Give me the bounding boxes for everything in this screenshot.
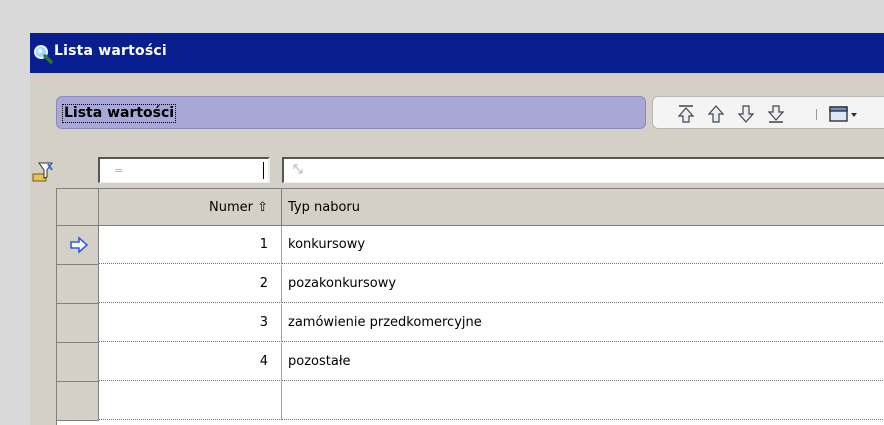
table-cell-typ[interactable]: pozakonkursowy <box>282 265 884 303</box>
row-selector[interactable] <box>57 343 99 382</box>
row-selector[interactable] <box>57 304 99 343</box>
window-title: Lista wartości <box>54 43 167 59</box>
record-navigation-toolbar <box>652 96 884 129</box>
numer-filter-input[interactable]: = <box>98 157 270 183</box>
row-selector[interactable] <box>57 226 99 265</box>
resize-hint-icon <box>293 163 303 174</box>
table-cell-typ[interactable]: konkursowy <box>282 226 884 264</box>
values-table: Numer ⇧ Typ naboru 1 konkursowy 2 pozako… <box>56 188 884 425</box>
table-cell-numer[interactable]: 4 <box>99 343 282 381</box>
window-titlebar[interactable]: Lista wartości <box>30 33 884 73</box>
text-cursor <box>263 162 264 179</box>
next-record-icon[interactable] <box>736 103 756 125</box>
panel-label[interactable]: Lista wartości <box>62 104 177 123</box>
row-selector-header <box>57 189 99 226</box>
table-cell-typ[interactable]: zamówienie przedkomercyjne <box>282 304 884 342</box>
column-header-numer[interactable]: Numer ⇧ <box>99 189 282 226</box>
table-cell-numer[interactable] <box>99 382 282 420</box>
table-cell-numer[interactable]: 2 <box>99 265 282 303</box>
last-record-icon[interactable] <box>766 103 786 125</box>
numer-filter-operator: = <box>114 164 124 177</box>
table-cell-numer[interactable]: 3 <box>99 304 282 342</box>
panel-header: Lista wartości <box>56 96 646 129</box>
arrow-right-icon <box>69 236 89 254</box>
window-menu-icon[interactable] <box>828 103 868 125</box>
previous-record-icon[interactable] <box>706 103 726 125</box>
toolbar-separator <box>816 109 817 120</box>
table-cell-typ[interactable]: pozostałe <box>282 343 884 381</box>
table-cell-typ[interactable] <box>282 382 884 420</box>
first-record-icon[interactable] <box>676 103 696 125</box>
lista-wartosci-window: Lista wartości Lista wartości = Numer ⇧ … <box>30 33 884 425</box>
magnifier-icon <box>33 44 53 64</box>
row-selector[interactable] <box>57 382 99 421</box>
column-header-typ-naboru[interactable]: Typ naboru <box>282 189 884 226</box>
typ-naboru-filter-input[interactable] <box>282 157 884 183</box>
table-cell-numer[interactable]: 1 <box>99 226 282 264</box>
row-selector[interactable] <box>57 265 99 304</box>
funnel-filter-icon[interactable] <box>32 161 54 183</box>
